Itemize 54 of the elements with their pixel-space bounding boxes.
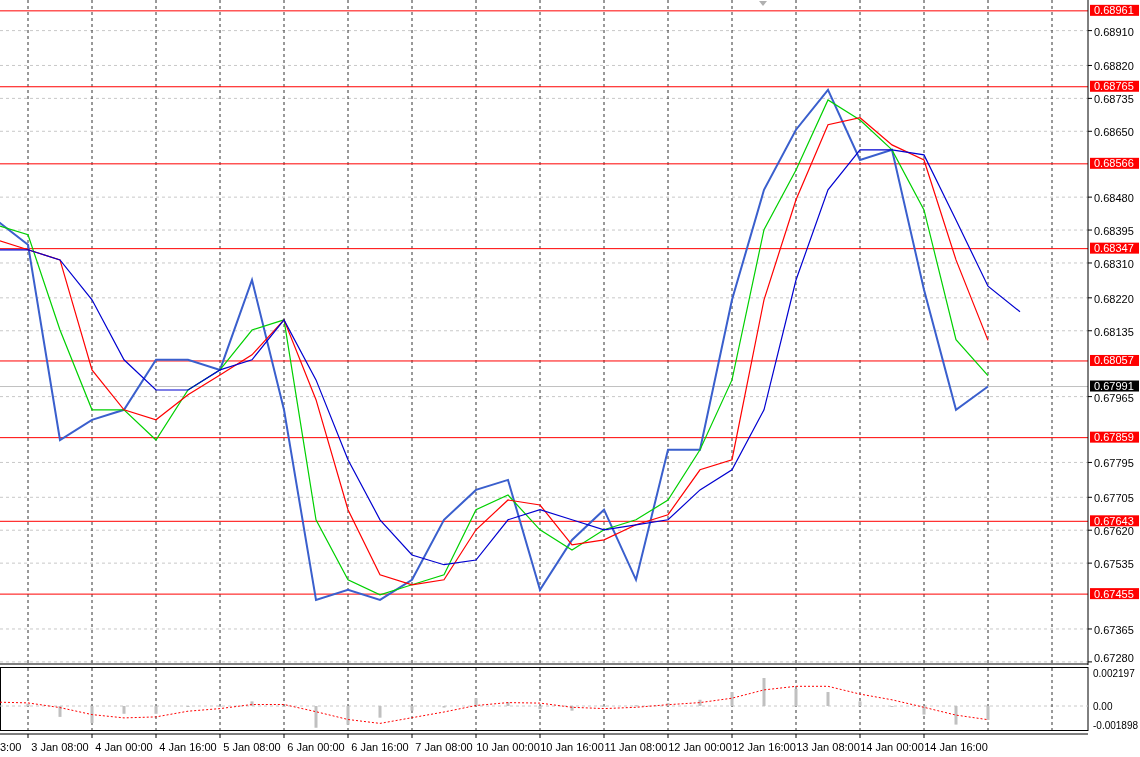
time-axis-label: 4 Jan 00:00 [95, 741, 153, 753]
time-axis-label: 12 Jan 00:00 [668, 741, 732, 753]
axis-tick-label: 0.68910 [1094, 25, 1134, 38]
axis-tick-label: 0.67365 [1094, 624, 1134, 636]
time-axis-label: 10 Jan 00:00 [476, 741, 540, 753]
time-axis-label: 7 Jan 08:00 [415, 741, 473, 753]
price-level-label: 0.67859 [1090, 431, 1139, 444]
axis-tick-label: 0.68395 [1094, 225, 1134, 238]
price-level-label: 0.68765 [1090, 80, 1139, 93]
ref-line-label: 0.68347 [1094, 242, 1134, 255]
axis-tick-label: 0.67795 [1094, 457, 1134, 470]
axis-tick-label: 0.68220 [1094, 292, 1134, 305]
time-axis-label: 5 Jan 08:00 [223, 741, 281, 753]
time-axis-label: 13 Jan 08:00 [796, 741, 860, 753]
price-level-label: 0.68347 [1090, 242, 1139, 255]
axis-tick-label: 0.00 [1093, 701, 1113, 712]
price-level-label: 0.68566 [1090, 157, 1139, 170]
time-axis-label: 11 Jan 08:00 [604, 741, 668, 753]
time-axis-label: 3 Jan 08:00 [31, 741, 89, 753]
axis-tick-label: 0.67535 [1094, 558, 1134, 571]
axis-tick-label: 0.68310 [1094, 258, 1134, 270]
axis-tick-label: 0.67965 [1094, 391, 1134, 404]
time-axis-label: 10 Jan 16:00 [540, 741, 604, 753]
shift-marker-icon [759, 1, 767, 6]
price-level-label: 0.67643 [1090, 514, 1139, 527]
ref-line-label: 0.67991 [1094, 380, 1134, 393]
price-level-label: 0.68961 [1090, 4, 1139, 17]
time-axis-label: 6 Jan 00:00 [287, 741, 345, 753]
axis-tick-label: 0.68735 [1094, 93, 1134, 106]
time-axis-label: 6 Jan 16:00 [351, 741, 409, 753]
axis-tick-label: 0.67280 [1094, 652, 1134, 664]
price-level-label: 0.67455 [1090, 587, 1139, 600]
axis-tick-label: 0.68480 [1094, 192, 1134, 205]
ref-line-label: 0.67455 [1094, 587, 1134, 600]
axis-tick-label: 0.67705 [1094, 492, 1134, 505]
price-level-label: 0.68057 [1090, 354, 1139, 367]
axis-tick-label: 0.68650 [1094, 126, 1134, 139]
ref-line-label: 0.67859 [1094, 431, 1134, 444]
time-axis-label: 14 Jan 16:00 [924, 741, 988, 753]
ref-line-label: 0.68765 [1094, 80, 1134, 93]
ref-line-label: 0.67643 [1094, 514, 1134, 527]
axis-tick-label: 0.68135 [1094, 325, 1134, 338]
ref-line-label: 0.68566 [1094, 157, 1134, 170]
ref-line-label: 0.68961 [1094, 4, 1134, 17]
time-axis-label: 14 Jan 00:00 [860, 741, 924, 753]
axis-tick-label: 0.68820 [1094, 60, 1134, 73]
time-axis-label: 12 Jan 16:00 [732, 741, 796, 753]
time-axis-label: 3:00 [0, 741, 22, 753]
time-axis-label: 4 Jan 16:00 [159, 741, 217, 753]
axis-tick-label: 0.002197 [1093, 668, 1135, 679]
axis-tick-label: 0.67620 [1094, 525, 1134, 538]
ref-line-label: 0.68057 [1094, 354, 1134, 367]
axis-tick-label: -0.001898 [1093, 720, 1139, 731]
price-level-label: 0.67991 [1090, 380, 1139, 393]
